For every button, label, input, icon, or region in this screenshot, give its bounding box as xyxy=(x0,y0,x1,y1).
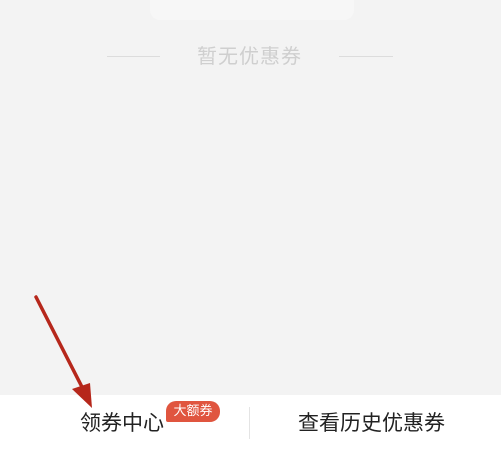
empty-state-message: 暂无优惠券 xyxy=(197,44,302,68)
big-coupon-badge: 大额券 xyxy=(166,401,220,422)
coupon-center-tab[interactable]: 领券中心 大额券 xyxy=(0,395,249,449)
tab-divider xyxy=(249,407,250,439)
empty-state-left-line xyxy=(107,56,160,57)
empty-coupon-state: 暂无优惠券 xyxy=(0,38,501,74)
top-card-edge xyxy=(150,0,354,20)
coupon-center-label: 领券中心 xyxy=(80,411,164,435)
empty-state-right-line xyxy=(339,56,393,57)
coupon-history-label: 查看历史优惠券 xyxy=(298,411,445,435)
bottom-tab-bar: 领券中心 大额券 查看历史优惠券 xyxy=(0,395,501,449)
coupon-history-tab[interactable]: 查看历史优惠券 xyxy=(251,395,501,449)
